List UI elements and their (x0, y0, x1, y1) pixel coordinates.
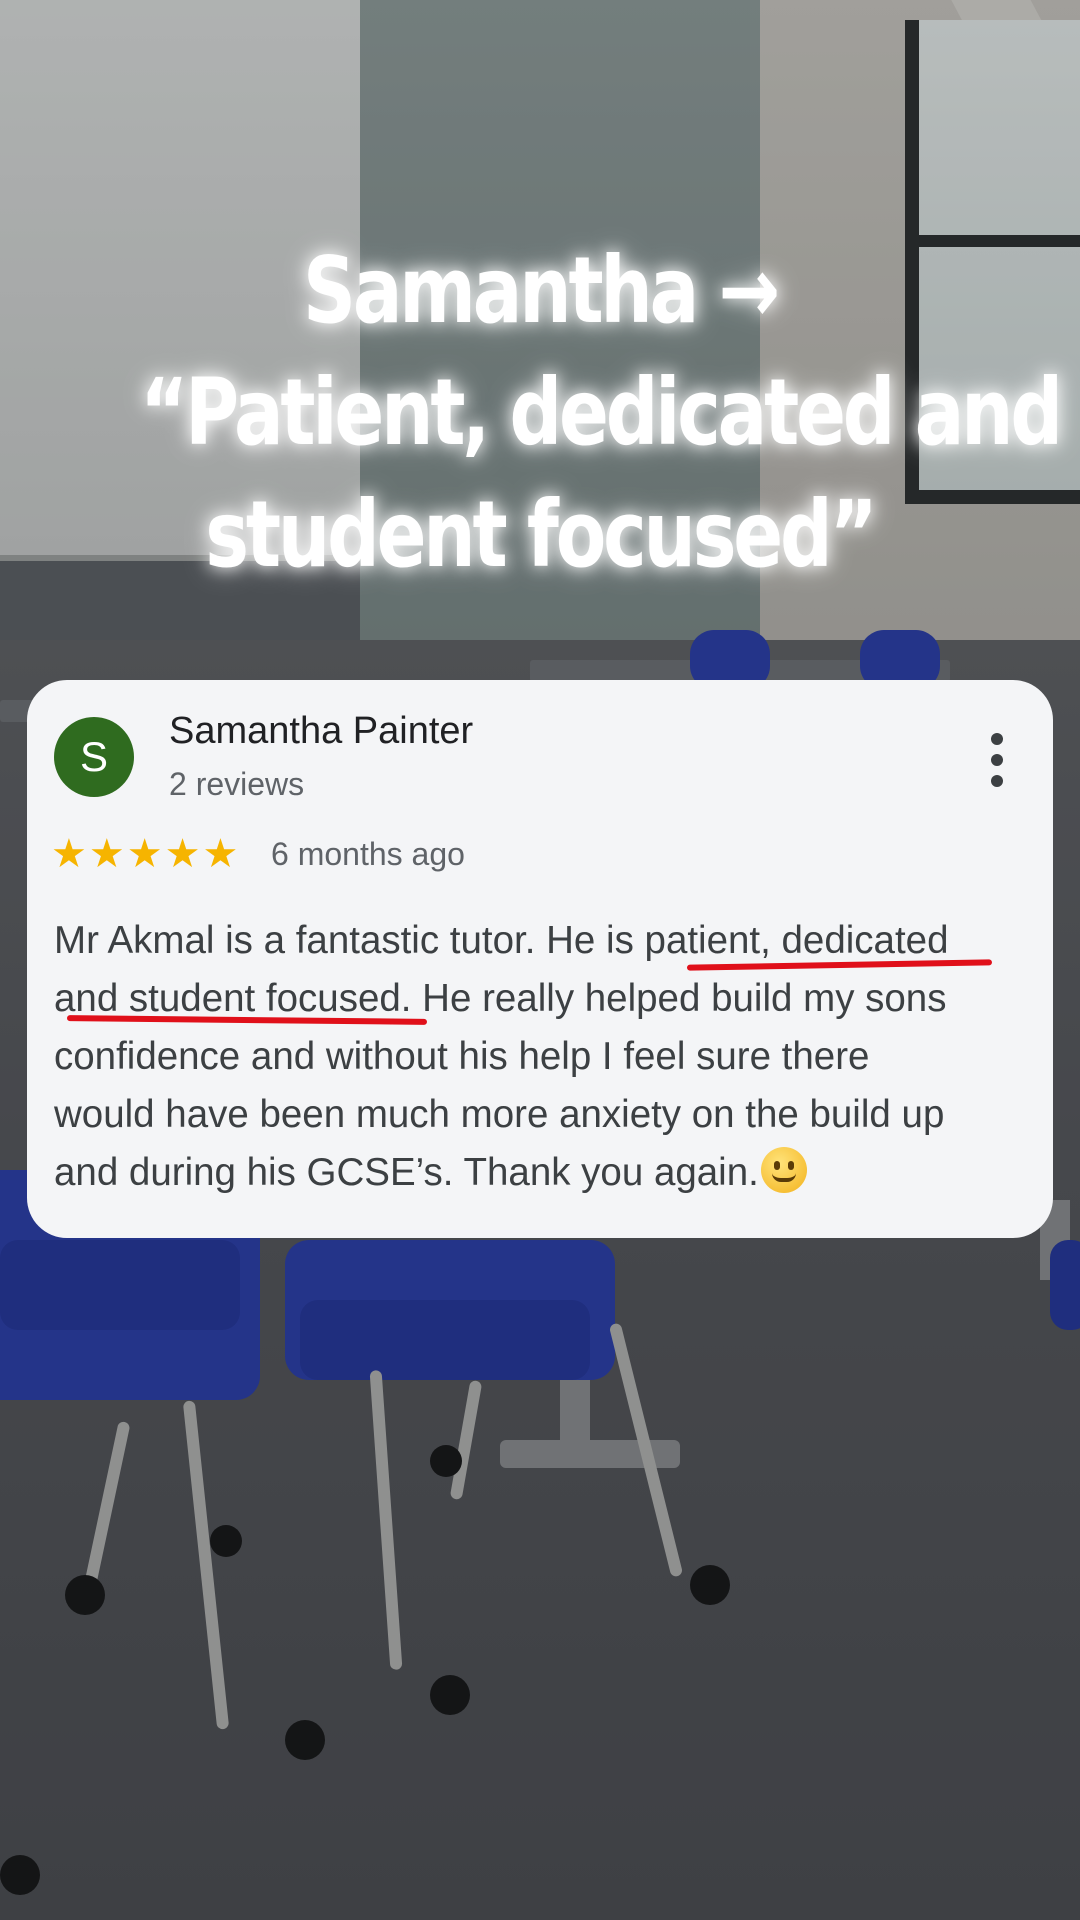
more-options-button[interactable] (982, 730, 1012, 790)
slightly-smiling-face-icon (760, 1147, 807, 1193)
highlighted-phrase: patient, dedicated (644, 919, 949, 962)
review-text-line: would have been much more anxiety on the… (54, 1093, 945, 1136)
review-text-segment: and during his GCSE’s. Thank you again. (54, 1151, 759, 1194)
star-icon: ★ (164, 832, 201, 876)
headline-line-1: Samantha → (303, 237, 780, 344)
star-icon: ★ (88, 832, 125, 876)
review-count[interactable]: 2 reviews (169, 766, 304, 803)
vertical-ellipsis-icon-dot (991, 775, 1003, 787)
highlighted-phrase: and student focused (54, 977, 401, 1020)
review-text: Mr Akmal is a fantastic tutor. He is pat… (54, 912, 1044, 1202)
star-icon: ★ (51, 832, 87, 876)
reviewer-name[interactable]: Samantha Painter (169, 710, 473, 753)
headline-line-3: student focused” (205, 481, 878, 588)
review-text-line: confidence and without his help I feel s… (54, 1035, 870, 1078)
headline: Samantha → “Patient, dedicated and stude… (140, 230, 1063, 596)
review-text-segment: Mr Akmal is a fantastic tutor. He is (54, 919, 645, 962)
headline-line-2: “Patient, dedicated and (140, 359, 1063, 466)
review-text-line: and during his GCSE’s. Thank you again. (54, 1144, 1044, 1202)
star-icon: ★ (202, 832, 239, 876)
review-card: S Samantha Painter 2 reviews ★ ★ ★ ★ ★ 6 mon… (27, 680, 1053, 1238)
star-rating: ★ ★ ★ ★ ★ (51, 832, 240, 876)
vertical-ellipsis-icon (991, 733, 1003, 745)
avatar[interactable]: S (54, 717, 134, 797)
star-icon: ★ (126, 832, 163, 876)
review-time: 6 months ago (271, 836, 465, 872)
review-text-segment: . He really helped build my sons (400, 977, 947, 1020)
vertical-ellipsis-icon-dot (991, 754, 1003, 766)
